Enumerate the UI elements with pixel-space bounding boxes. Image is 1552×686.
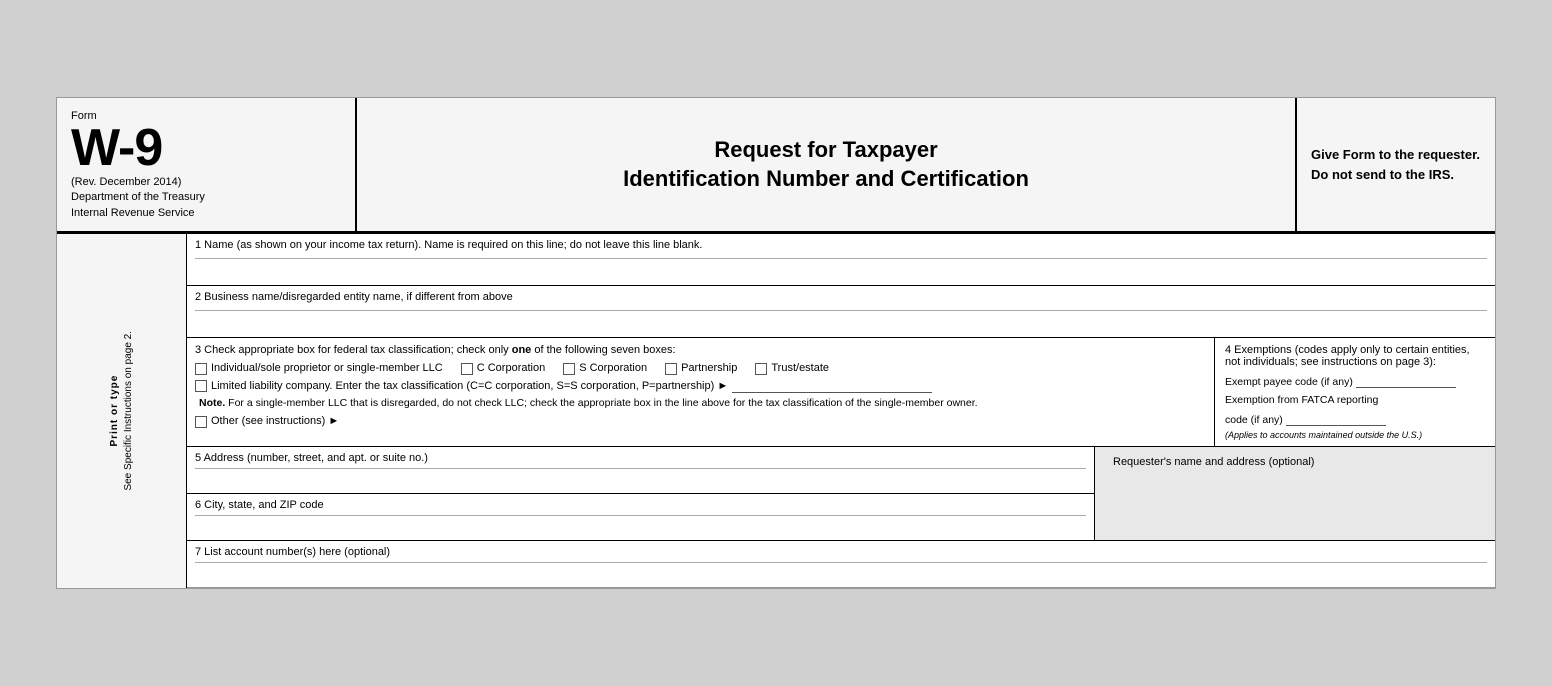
note-row: Note. For a single-member LLC that is di… bbox=[195, 397, 1206, 409]
requesters-section: Requester's name and address (optional) bbox=[1095, 447, 1495, 540]
checkbox-llc-box[interactable] bbox=[195, 380, 207, 392]
field-6-row: 6 City, state, and ZIP code bbox=[187, 494, 1094, 540]
field-2-input[interactable] bbox=[195, 310, 1487, 332]
row-3-4: 3 Check appropriate box for federal tax … bbox=[187, 338, 1495, 447]
w9-form: Form W-9 (Rev. December 2014) Department… bbox=[56, 97, 1496, 589]
tax-classification-checkboxes: Individual/sole proprietor or single-mem… bbox=[195, 362, 1206, 375]
checkbox-partnership[interactable]: Partnership bbox=[665, 362, 737, 375]
fatca-note: (Applies to accounts maintained outside … bbox=[1225, 430, 1485, 440]
checkbox-individual-box[interactable] bbox=[195, 363, 207, 375]
header-center: Request for Taxpayer Identification Numb… bbox=[357, 98, 1295, 231]
llc-row: Limited liability company. Enter the tax… bbox=[195, 379, 1206, 393]
sidebar: Print or type See Specific Instructions … bbox=[57, 234, 187, 588]
header-left: Form W-9 (Rev. December 2014) Department… bbox=[57, 98, 357, 231]
checkbox-individual[interactable]: Individual/sole proprietor or single-mem… bbox=[195, 362, 443, 375]
other-row: Other (see instructions) ► bbox=[195, 415, 1206, 428]
field-6-label: 6 City, state, and ZIP code bbox=[195, 499, 1086, 511]
field-3-label: 3 Check appropriate box for federal tax … bbox=[195, 344, 1206, 356]
field-5-input[interactable] bbox=[195, 468, 1086, 488]
llc-classification-input[interactable] bbox=[732, 379, 932, 393]
form-header: Form W-9 (Rev. December 2014) Department… bbox=[57, 98, 1495, 234]
field-7-input[interactable] bbox=[195, 562, 1487, 582]
exempt-payee-input[interactable] bbox=[1356, 374, 1456, 388]
field-2-label: 2 Business name/disregarded entity name,… bbox=[187, 286, 1495, 308]
fatca-code-row: code (if any) bbox=[1225, 412, 1485, 426]
requesters-input[interactable] bbox=[1105, 470, 1485, 530]
form-body: Print or type See Specific Instructions … bbox=[57, 234, 1495, 588]
field-4-title: 4 Exemptions (codes apply only to certai… bbox=[1225, 344, 1485, 368]
checkbox-partnership-box[interactable] bbox=[665, 363, 677, 375]
checkbox-s-corp[interactable]: S Corporation bbox=[563, 362, 647, 375]
field-7-label: 7 List account number(s) here (optional) bbox=[195, 546, 1487, 558]
exempt-payee-label: Exempt payee code (if any) bbox=[1225, 374, 1485, 388]
field-1-label: 1 Name (as shown on your income tax retu… bbox=[187, 234, 1495, 256]
field-7-row: 7 List account number(s) here (optional) bbox=[187, 541, 1495, 588]
checkbox-c-corp[interactable]: C Corporation bbox=[461, 362, 545, 375]
field-1-row: 1 Name (as shown on your income tax retu… bbox=[187, 234, 1495, 286]
field-5-row: 5 Address (number, street, and apt. or s… bbox=[187, 447, 1094, 494]
field-4-section: 4 Exemptions (codes apply only to certai… bbox=[1215, 338, 1495, 446]
checkbox-trust-box[interactable] bbox=[755, 363, 767, 375]
row-5-6-left: 5 Address (number, street, and apt. or s… bbox=[187, 447, 1095, 540]
requesters-label: Requester's name and address (optional) bbox=[1105, 452, 1485, 470]
field-2-row: 2 Business name/disregarded entity name,… bbox=[187, 286, 1495, 338]
main-content: 1 Name (as shown on your income tax retu… bbox=[187, 234, 1495, 588]
rev-date: (Rev. December 2014) bbox=[71, 176, 341, 188]
checkbox-c-corp-box[interactable] bbox=[461, 363, 473, 375]
form-title: Request for Taxpayer Identification Numb… bbox=[623, 136, 1029, 193]
field-6-input[interactable] bbox=[195, 515, 1086, 535]
form-number: W-9 bbox=[71, 122, 341, 174]
checkbox-trust[interactable]: Trust/estate bbox=[755, 362, 829, 375]
row-5-6: 5 Address (number, street, and apt. or s… bbox=[187, 447, 1495, 541]
field-3-section: 3 Check appropriate box for federal tax … bbox=[187, 338, 1215, 446]
header-right: Give Form to the requester. Do not send … bbox=[1295, 98, 1495, 231]
checkbox-other-box[interactable] bbox=[195, 416, 207, 428]
field-1-input[interactable] bbox=[195, 258, 1487, 280]
fatca-exemption-label: Exemption from FATCA reporting bbox=[1225, 394, 1485, 406]
field-5-label: 5 Address (number, street, and apt. or s… bbox=[195, 452, 1086, 464]
fatca-code-input[interactable] bbox=[1286, 412, 1386, 426]
sidebar-text: Print or type See Specific Instructions … bbox=[108, 331, 136, 491]
checkbox-s-corp-box[interactable] bbox=[563, 363, 575, 375]
dept: Department of the Treasury Internal Reve… bbox=[71, 190, 341, 221]
